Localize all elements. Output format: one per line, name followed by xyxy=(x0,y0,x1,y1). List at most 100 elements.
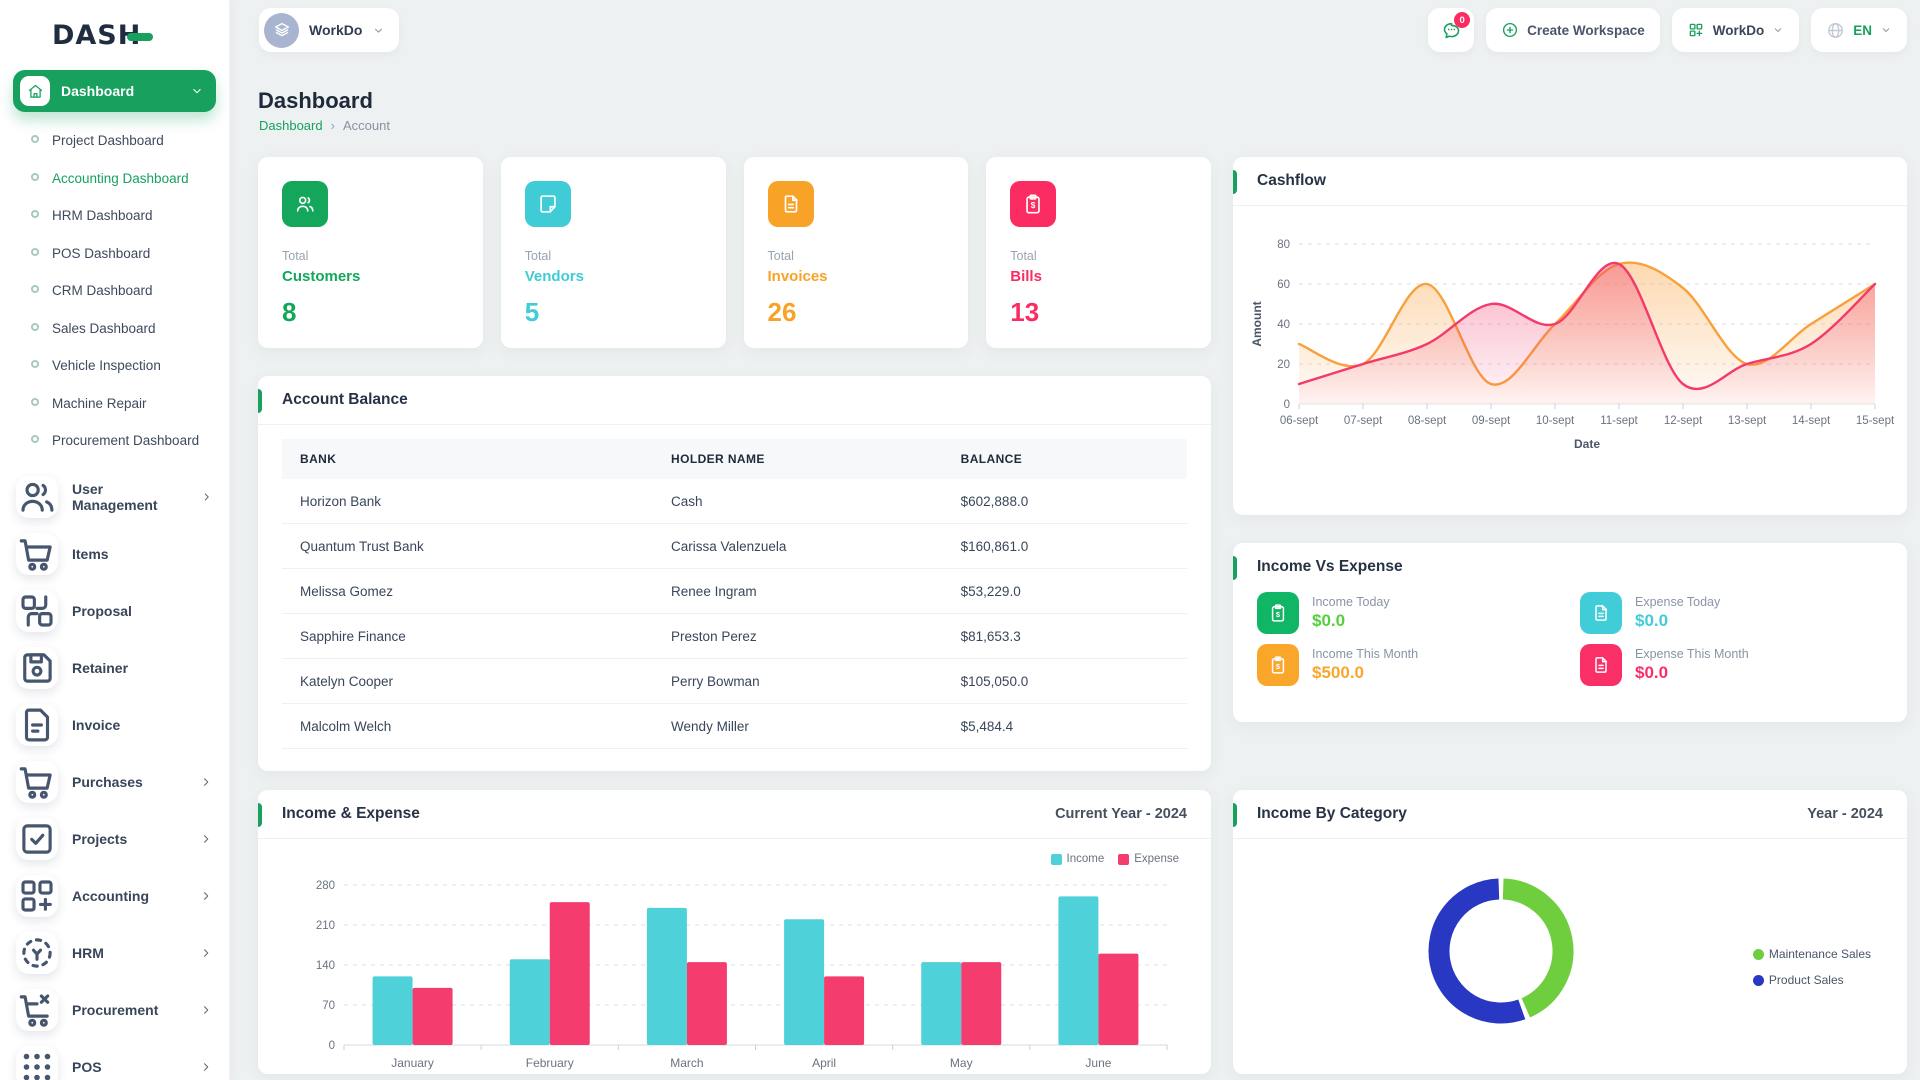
sidebar-item-proposal[interactable]: Proposal xyxy=(0,586,229,636)
cartX-icon xyxy=(16,989,58,1031)
summary-item-income-this-month: $Income This Month$500.0 xyxy=(1257,644,1560,686)
sidebar-subitem-pos-dashboard[interactable]: POS Dashboard xyxy=(0,235,229,273)
legend-item-maintenance-sales[interactable]: Maintenance Sales xyxy=(1753,947,1871,961)
sidebar-item-dashboard[interactable]: Dashboard xyxy=(13,70,216,112)
svg-text:80: 80 xyxy=(1277,239,1290,251)
chevron-down-icon xyxy=(1772,24,1784,36)
workspace-name: WorkDo xyxy=(309,22,362,38)
sidebar-item-user-management[interactable]: User Management xyxy=(0,472,229,522)
globe-icon xyxy=(1826,21,1845,40)
table-cell: Cash xyxy=(653,479,943,524)
svg-text:12-sept: 12-sept xyxy=(1664,415,1703,427)
column-header-balance: BALANCE xyxy=(943,439,1187,479)
sidebar-subitem-sales-dashboard[interactable]: Sales Dashboard xyxy=(0,310,229,348)
bullet-icon xyxy=(31,210,39,218)
sidebar-item-retainer[interactable]: Retainer xyxy=(0,643,229,693)
sidebar-subitem-vehicle-inspection[interactable]: Vehicle Inspection xyxy=(0,347,229,385)
create-workspace-button[interactable]: Create Workspace xyxy=(1486,8,1660,52)
sidebar-item-purchases[interactable]: Purchases xyxy=(0,757,229,807)
sidebar-item-label: Proposal xyxy=(72,603,132,619)
bullet-icon xyxy=(31,398,39,406)
table-cell: $160,861.0 xyxy=(943,524,1187,569)
svg-text:May: May xyxy=(950,1056,973,1070)
sidebar-item-label: Items xyxy=(72,546,109,562)
summary-value: $500.0 xyxy=(1312,663,1418,683)
bullet-icon xyxy=(31,435,39,443)
table-row: Horizon BankCash$602,888.0 xyxy=(282,479,1187,524)
stat-name: Bills xyxy=(1010,268,1187,285)
sidebar-item-items[interactable]: Items xyxy=(0,529,229,579)
bullet-icon xyxy=(31,285,39,293)
legend-item-expense[interactable]: Expense xyxy=(1118,853,1179,865)
svg-text:15-sept: 15-sept xyxy=(1856,415,1895,427)
panel-title: Income By Category xyxy=(1257,805,1407,823)
sidebar-sections: User Management Items Proposal Retainer Invo… xyxy=(0,472,229,1080)
table-cell: Sapphire Finance xyxy=(282,614,653,659)
sidebar-item-label: Invoice xyxy=(72,717,120,733)
table-cell: Melissa Gomez xyxy=(282,569,653,614)
svg-text:20: 20 xyxy=(1277,359,1290,371)
sidebar-subitem-hrm-dashboard[interactable]: HRM Dashboard xyxy=(0,197,229,235)
sidebar-item-invoice[interactable]: Invoice xyxy=(0,700,229,750)
table-cell: Katelyn Cooper xyxy=(282,659,653,704)
stat-value: 8 xyxy=(282,297,459,328)
sidebar-item-projects[interactable]: Projects xyxy=(0,814,229,864)
table-cell: Renee Ingram xyxy=(653,569,943,614)
sidebar-item-label: Dashboard xyxy=(61,83,134,99)
table-cell: Perry Bowman xyxy=(653,659,943,704)
stat-total-label: Total xyxy=(282,249,459,263)
breadcrumb-current: Account xyxy=(343,118,390,133)
account-balance-table: BANKHOLDER NAMEBALANCE Horizon BankCash$… xyxy=(282,439,1187,749)
app-logo[interactable]: DASH xyxy=(52,20,153,51)
legend-item-income[interactable]: Income xyxy=(1051,853,1105,865)
legend-item-product-sales[interactable]: Product Sales xyxy=(1753,973,1871,987)
column-header-holder-name: HOLDER NAME xyxy=(653,439,943,479)
table-cell: Carissa Valenzuela xyxy=(653,524,943,569)
cashflow-panel: Cashflow 02040608006-sept07-sept08-sept0… xyxy=(1233,157,1907,515)
subitem-label: Procurement Dashboard xyxy=(52,432,199,450)
fileText-icon xyxy=(768,181,814,227)
sidebar-item-pos[interactable]: POS xyxy=(0,1042,229,1080)
table-row: Sapphire FinancePreston Perez$81,653.3 xyxy=(282,614,1187,659)
dashboard-submenu: Project DashboardAccounting Dashboard HRM… xyxy=(0,122,229,460)
language-selector[interactable]: EN xyxy=(1811,8,1907,52)
svg-text:07-sept: 07-sept xyxy=(1344,415,1383,427)
legend-swatch xyxy=(1051,854,1062,865)
workspace-switcher[interactable]: WorkDo xyxy=(259,8,399,52)
svg-text:March: March xyxy=(670,1056,703,1070)
panel-title: Cashflow xyxy=(1257,172,1326,190)
create-workspace-label: Create Workspace xyxy=(1527,23,1645,38)
svg-text:0: 0 xyxy=(329,1040,335,1052)
stat-total-label: Total xyxy=(768,249,945,263)
breadcrumb-link-dashboard[interactable]: Dashboard xyxy=(259,118,323,133)
notifications-button[interactable]: 0 xyxy=(1428,8,1474,52)
summary-value: $0.0 xyxy=(1635,611,1720,631)
sidebar-subitem-crm-dashboard[interactable]: CRM Dashboard xyxy=(0,272,229,310)
sidebar-item-label: POS xyxy=(72,1059,102,1075)
summary-label: Expense This Month xyxy=(1635,647,1749,661)
bullet-icon xyxy=(31,135,39,143)
sidebar-subitem-procurement-dashboard[interactable]: Procurement Dashboard xyxy=(0,422,229,460)
workspace-avatar xyxy=(264,13,299,48)
apps-menu-button[interactable]: WorkDo xyxy=(1672,8,1800,52)
sidebar-subitem-project-dashboard[interactable]: Project Dashboard xyxy=(0,122,229,160)
sidebar-item-hrm[interactable]: HRM xyxy=(0,928,229,978)
income-expense-chart: 070140210280JanuaryFebruaryMarchAprilMay… xyxy=(258,839,1211,1069)
breadcrumb-separator: › xyxy=(331,118,335,133)
svg-text:14-sept: 14-sept xyxy=(1792,415,1831,427)
sidebar-item-procurement[interactable]: Procurement xyxy=(0,985,229,1035)
page-title: Dashboard xyxy=(258,88,373,114)
chevron-right-icon xyxy=(199,1003,213,1017)
home-icon xyxy=(20,76,50,106)
chevron-down-icon xyxy=(372,24,385,37)
svg-text:140: 140 xyxy=(316,960,335,972)
subitem-label: POS Dashboard xyxy=(52,245,150,263)
sidebar-subitem-machine-repair[interactable]: Machine Repair xyxy=(0,385,229,423)
sidebar-item-accounting[interactable]: Accounting xyxy=(0,871,229,921)
summary-label: Income This Month xyxy=(1312,647,1418,661)
summary-label: Expense Today xyxy=(1635,595,1720,609)
svg-text:09-sept: 09-sept xyxy=(1472,415,1511,427)
stat-value: 13 xyxy=(1010,297,1187,328)
sidebar-subitem-accounting-dashboard[interactable]: Accounting Dashboard xyxy=(0,160,229,198)
subitem-label: HRM Dashboard xyxy=(52,207,153,225)
